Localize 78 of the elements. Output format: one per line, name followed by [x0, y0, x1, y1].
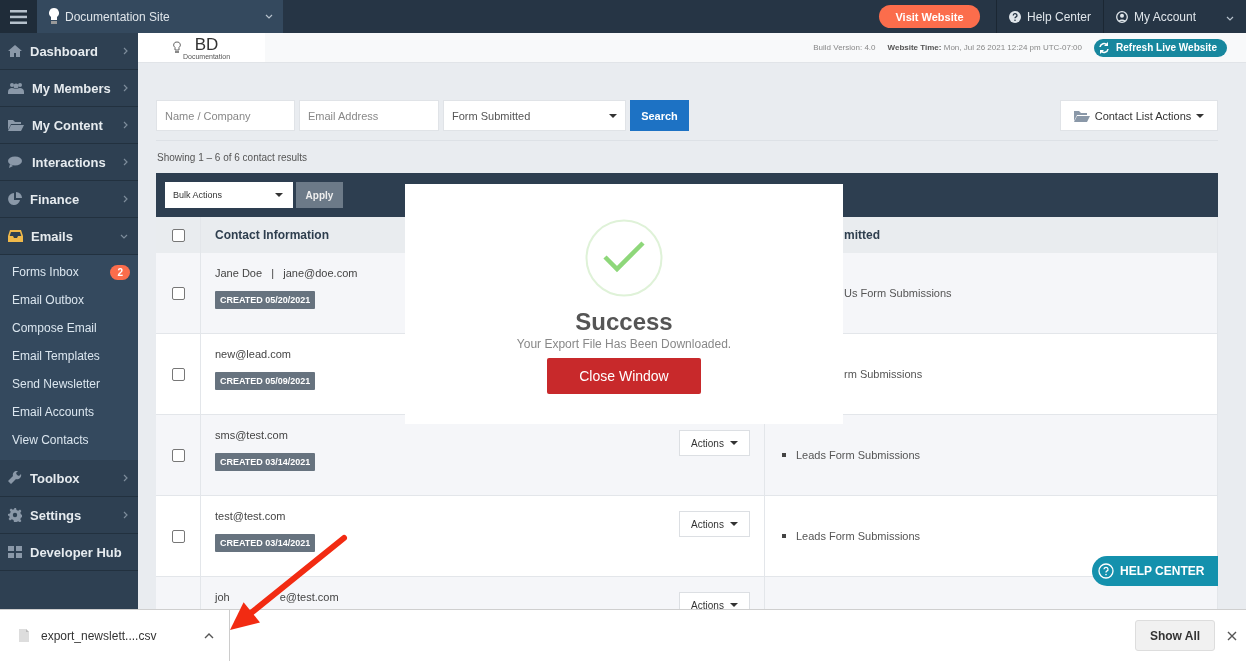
- menu-icon[interactable]: [10, 9, 27, 24]
- dialog-message: Your Export File Has Been Downloaded.: [516, 337, 732, 352]
- created-date-tag: CREATED 03/14/2021: [215, 453, 316, 471]
- chevron-right-icon: [123, 474, 128, 482]
- show-all-button[interactable]: Show All: [1135, 620, 1215, 651]
- search-button[interactable]: Search: [630, 100, 689, 131]
- sidebar-subitem[interactable]: Email Templates: [0, 342, 138, 370]
- contact-email: sms@test.com: [215, 429, 288, 441]
- chevron-right-icon: [123, 121, 128, 129]
- form-select[interactable]: Form Submitted: [443, 100, 626, 131]
- users-icon: [8, 82, 24, 94]
- apply-button[interactable]: Apply: [296, 182, 343, 208]
- sidebar-subitem[interactable]: View Contacts: [0, 426, 138, 454]
- chevron-right-icon: [123, 84, 128, 92]
- inbox-icon: [8, 230, 23, 242]
- form-submission: Leads Form Submissions: [782, 530, 921, 542]
- chevron-right-icon: [123, 158, 128, 166]
- lightbulb-icon: [172, 41, 181, 54]
- checkbox[interactable]: [171, 448, 185, 462]
- file-icon: [19, 629, 29, 642]
- form-submission: Us Form Submissions: [844, 287, 952, 299]
- folder-icon: [1073, 109, 1090, 122]
- help-center-button[interactable]: HELP CENTER: [1092, 556, 1218, 586]
- refresh-website-button[interactable]: Refresh Live Website: [1094, 38, 1227, 57]
- checkbox[interactable]: [171, 367, 185, 381]
- form-submission: Leads Form Submissions: [782, 449, 921, 461]
- actions-button[interactable]: Actions: [679, 592, 750, 609]
- refresh-icon: [1098, 41, 1111, 54]
- site-selector[interactable]: Documentation Site: [37, 0, 283, 33]
- actions-button[interactable]: Actions: [679, 430, 750, 456]
- contact-email: new@lead.com: [215, 348, 291, 360]
- chevron-right-icon: [123, 511, 128, 519]
- contact-email: joh: [215, 591, 230, 603]
- user-icon: [1116, 10, 1128, 23]
- help-icon: [1008, 10, 1021, 23]
- close-window-button[interactable]: Close Window: [547, 357, 701, 394]
- contact-email: Jane Doe | jane@doe.com: [215, 267, 358, 279]
- created-date-tag: CREATED 05/09/2021: [215, 372, 316, 390]
- name-company-field[interactable]: Name / Company: [156, 100, 295, 131]
- checkbox[interactable]: [171, 529, 185, 543]
- contact-list-actions-button[interactable]: Contact List Actions: [1060, 100, 1218, 131]
- build-version: Build Version: 4.0: [813, 43, 876, 52]
- results-count: Showing 1 – 6 of 6 contact results: [157, 152, 309, 163]
- form-submission: rm Submissions: [844, 368, 923, 380]
- contact-email: test@test.com: [215, 510, 286, 522]
- gear-icon: [8, 508, 22, 522]
- wrench-icon: [8, 471, 22, 485]
- chat-icon: [8, 156, 24, 168]
- lightbulb-icon: [49, 8, 59, 25]
- sidebar-subitem[interactable]: Compose Email: [0, 314, 138, 342]
- created-date-tag: CREATED 03/14/2021: [215, 534, 316, 552]
- sidebar-subitem[interactable]: Email Outbox: [0, 286, 138, 314]
- dialog-title: Success: [575, 309, 673, 336]
- chevron-right-icon: [123, 195, 128, 203]
- chevron-right-icon: [123, 47, 128, 55]
- count-badge: 2: [110, 264, 130, 280]
- pie-chart-icon: [8, 192, 22, 206]
- home-icon: [8, 45, 22, 57]
- checkbox[interactable]: [171, 286, 185, 300]
- download-item[interactable]: export_newslett....csv: [0, 610, 229, 661]
- sidebar-subitem[interactable]: Send Newsletter: [0, 370, 138, 398]
- actions-button[interactable]: Actions: [679, 511, 750, 537]
- checkbox[interactable]: [171, 228, 185, 242]
- folder-icon: [8, 119, 24, 131]
- bulk-actions-select[interactable]: Bulk Actions: [165, 182, 293, 208]
- contact-email: e@test.com: [279, 591, 339, 603]
- chevron-down-icon: [1226, 15, 1234, 21]
- grid-icon: [8, 546, 22, 558]
- email-field[interactable]: Email Address: [299, 100, 439, 131]
- chevron-down-icon: [265, 14, 273, 19]
- check-circle-icon: [585, 219, 663, 297]
- help-icon: [1098, 563, 1114, 579]
- created-date-tag: CREATED 05/20/2021: [215, 291, 316, 309]
- sidebar-subitem[interactable]: Email Accounts: [0, 398, 138, 426]
- chevron-down-icon: [120, 233, 128, 239]
- website-time: Website Time: Mon, Jul 26 2021 12:24 pm UTC-07:00: [887, 43, 1083, 52]
- chevron-up-icon: [204, 632, 214, 639]
- sidebar-subitem[interactable]: Forms Inbox 2: [0, 258, 138, 286]
